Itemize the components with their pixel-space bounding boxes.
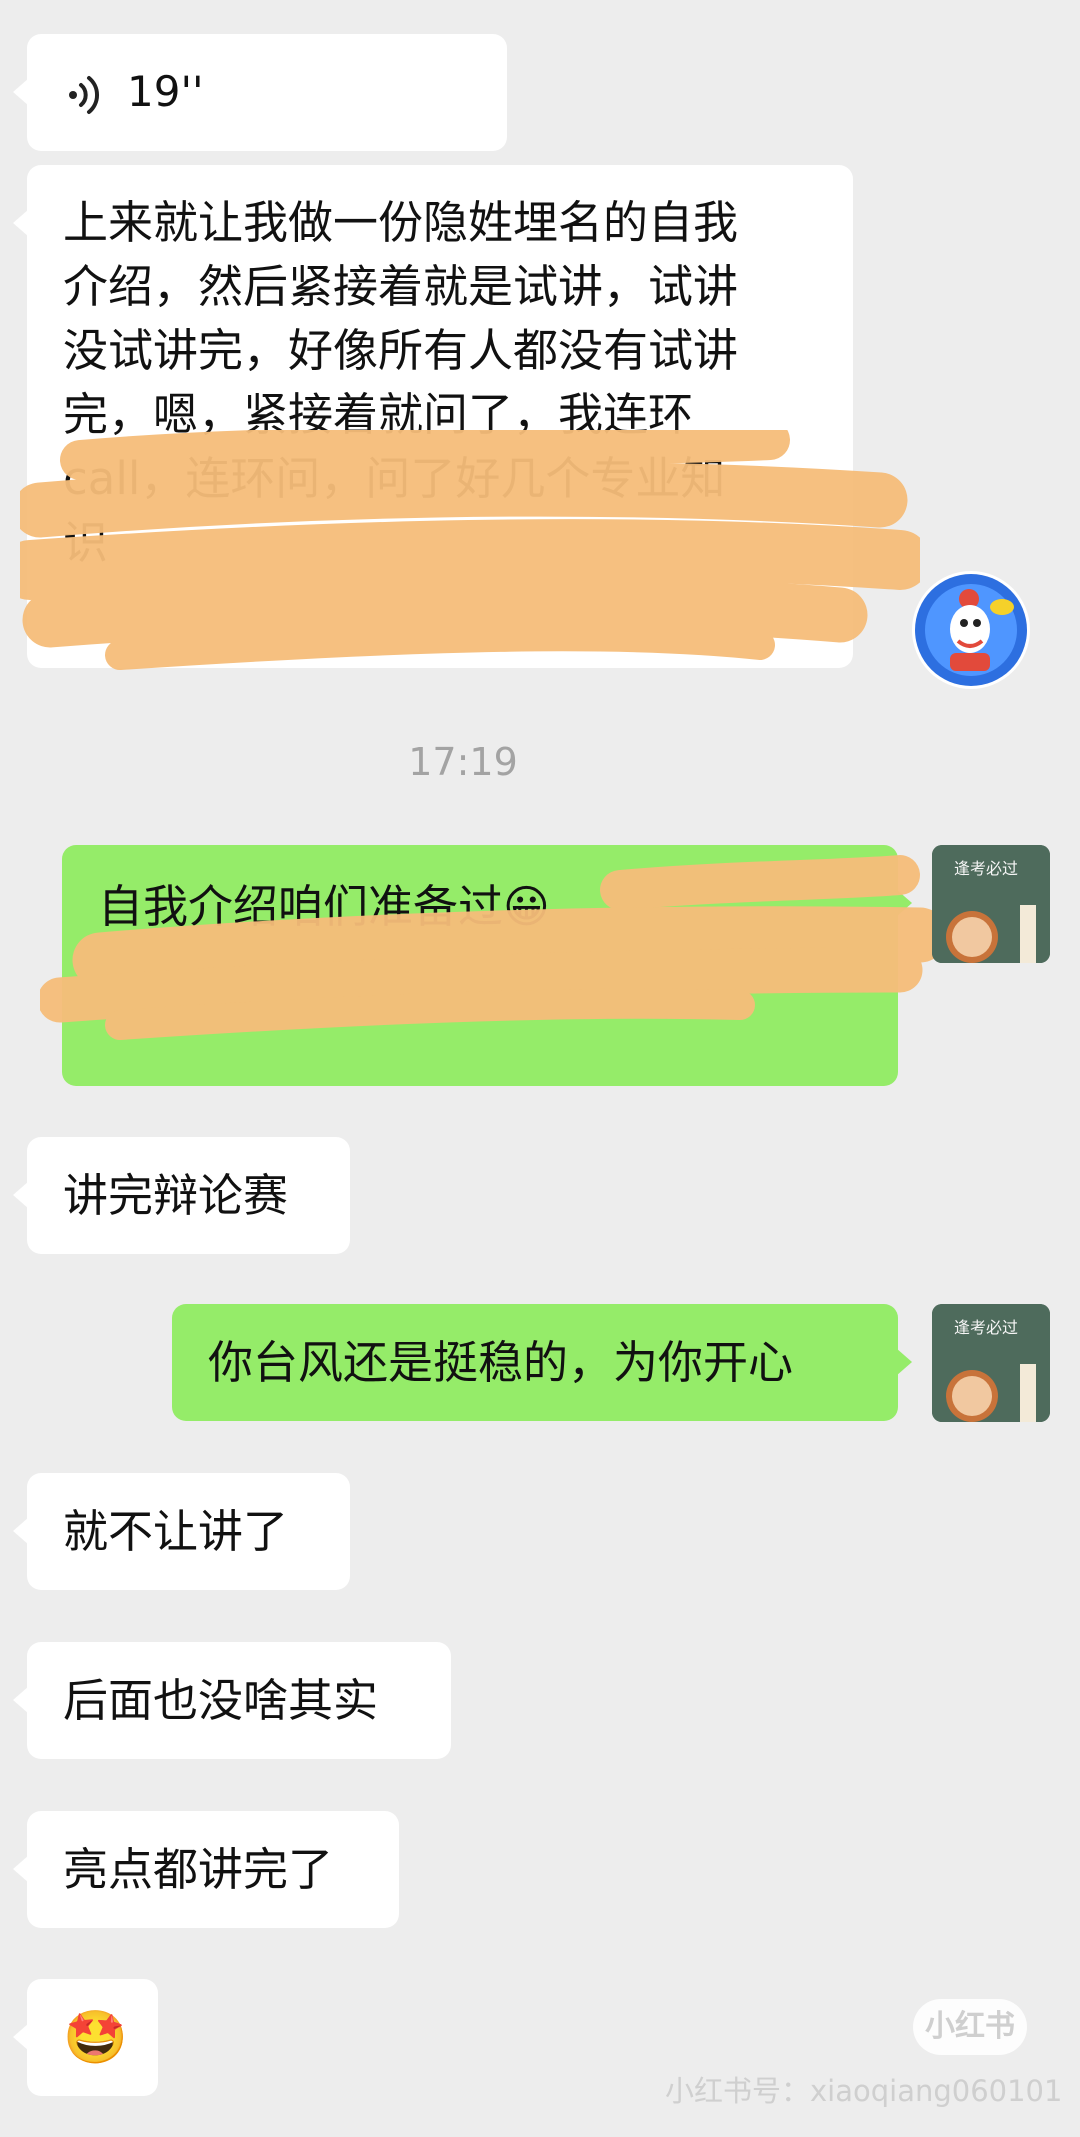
voice-message-bubble[interactable]: 19''	[13, 34, 507, 151]
message-line: 没试讲完，好像所有人都没有试讲	[63, 324, 739, 377]
voice-wave-icon	[63, 70, 107, 114]
self-avatar[interactable]: 逢考必过	[932, 845, 1050, 963]
message-line: 介绍，然后紧接着就是试讲，试讲	[63, 260, 739, 313]
message-text: 亮点都讲完了	[63, 1843, 334, 1896]
avatar-caption: 逢考必过	[954, 1318, 1019, 1337]
xiaohongshu-logo: 小红书	[913, 1999, 1027, 2055]
cartoon-avatar-icon	[915, 574, 1027, 686]
message-line: 识	[63, 516, 109, 569]
message-bubble-self[interactable]: 你台风还是挺稳的，为你开心	[172, 1304, 912, 1421]
contact-avatar[interactable]	[912, 571, 1030, 689]
message-text: 你台风还是挺稳的，为你开心	[208, 1336, 794, 1389]
message-text: 就不让讲了	[63, 1505, 289, 1558]
message-text: 讲完辩论赛	[63, 1169, 289, 1222]
voice-duration: 19''	[127, 67, 204, 116]
avatar-caption: 逢考必过	[954, 859, 1019, 878]
message-bubble[interactable]: 亮点都讲完了	[13, 1811, 399, 1928]
message-bubble-self[interactable]: 自我介绍咱们准备过😀	[62, 845, 912, 1086]
self-avatar[interactable]: 逢考必过	[932, 1304, 1050, 1422]
emoji: 🤩	[63, 2008, 128, 2068]
message-bubble[interactable]: 上来就让我做一份隐姓埋名的自我 介绍，然后紧接着就是试讲，试讲 没试讲完，好像所…	[13, 165, 853, 668]
message-line: 完，嗯，紧接着就问了，我连环	[63, 388, 694, 441]
message-line: 上来就让我做一份隐姓埋名的自我	[63, 196, 739, 249]
message-bubble[interactable]: 讲完辩论赛	[13, 1137, 350, 1254]
message-bubble[interactable]: 后面也没啥其实	[13, 1642, 451, 1759]
chat-timestamp: 17:19	[408, 740, 518, 784]
message-text: 后面也没啥其实	[63, 1674, 379, 1727]
message-bubble[interactable]: 就不让讲了	[13, 1473, 350, 1590]
message-line: call，连环问，问了好几个专业知	[63, 452, 726, 505]
emoji-message-bubble[interactable]: 🤩	[13, 1979, 158, 2096]
watermark-id: 小红书号：xiaoqiang060101	[665, 2074, 1063, 2108]
message-line: 自我介绍咱们准备过😀	[98, 880, 550, 933]
